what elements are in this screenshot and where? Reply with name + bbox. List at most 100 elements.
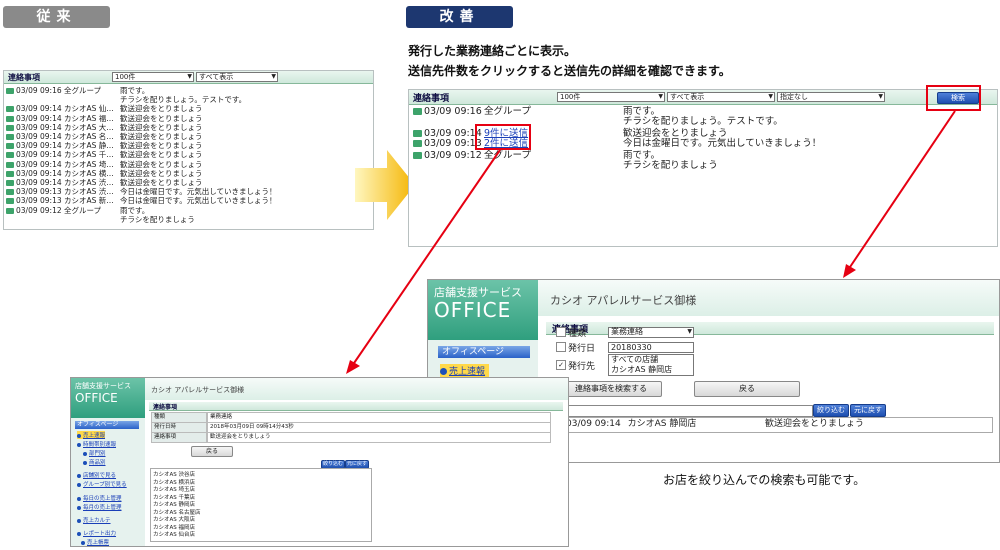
sidebar-item-label: 部門別	[89, 451, 106, 457]
new-list-item[interactable]: 03/09 09:12 全グループ 雨です。 チラシを配りましょう	[413, 150, 718, 171]
item-date: 03/09 09:12	[424, 150, 482, 161]
type-select[interactable]: 業務連絡 ▼	[608, 327, 694, 338]
sidebar-item-label: 毎日の売上管理	[83, 496, 122, 502]
search-notices-button[interactable]: 連絡事項を検索する	[560, 381, 662, 397]
arrow-bullet-icon	[83, 451, 87, 456]
section-tag-new: 改善	[406, 6, 513, 28]
new-count-select[interactable]: 100件 ▼	[557, 92, 665, 102]
type-checkbox[interactable]	[556, 327, 566, 337]
sidebar-item[interactable]: 売上帳票	[81, 538, 109, 546]
dest-list[interactable]: すべての店舗 カシオAS 静岡店	[608, 354, 694, 376]
office-topbar: カシオ アパレルサービス御様	[538, 280, 999, 316]
dest-checkbox[interactable]: ✓	[556, 360, 566, 370]
office-topbar-small: カシオ アパレルサービス御様	[145, 378, 568, 400]
back-button[interactable]: 戻る	[694, 381, 800, 397]
narrow-button[interactable]: 絞り込む	[813, 404, 849, 417]
sidebar-item[interactable]: グループ別で見る	[77, 480, 127, 488]
mail-icon	[6, 170, 14, 177]
back-button-small[interactable]: 戻る	[191, 446, 233, 457]
item-sender: 全グループ	[484, 150, 531, 161]
new-filter-select[interactable]: すべて表示 ▼	[667, 92, 775, 102]
mail-icon	[6, 115, 14, 122]
old-count-select-value: 100件	[115, 73, 136, 81]
mail-icon	[6, 152, 14, 159]
date-checkbox[interactable]	[556, 342, 566, 352]
caption-line2: 送信先件数をクリックすると送信先の詳細を確認できます。	[408, 64, 731, 78]
sidebar-item[interactable]: 売上速報	[77, 431, 106, 439]
new-target-select[interactable]: 指定なし ▼	[777, 92, 885, 102]
company-name-small: カシオ アパレルサービス御様	[151, 386, 245, 394]
arrow-bullet-icon	[77, 482, 81, 487]
date-label: 発行日	[568, 344, 596, 354]
item-message-line2: チラシを配りましょう。テストです。	[623, 116, 783, 127]
company-name: カシオ アパレルサービス御様	[550, 294, 697, 307]
detail-label: 連絡事項	[151, 432, 207, 443]
sidebar-head: オフィスページ	[438, 346, 530, 358]
item-message: 歓送迎会をとりましょう	[120, 113, 203, 123]
old-panel-title: 連絡事項	[8, 73, 40, 82]
mail-icon	[6, 143, 14, 150]
sidebar-item-label: 商品別	[89, 460, 106, 466]
office-brand: 店舗支援サービス OFFICE	[428, 280, 538, 340]
narrow-input[interactable]	[551, 405, 813, 417]
chevron-down-icon: ▼	[768, 93, 773, 100]
arrow-head-left-icon	[346, 360, 360, 374]
item-message: 歓送迎会をとりましょう	[120, 122, 203, 132]
sidebar-head-small: オフィスページ	[75, 421, 139, 429]
sidebar-item-label: 売上カルテ	[83, 518, 111, 524]
old-filter-select-value: すべて表示	[199, 73, 234, 81]
section-title-small: 連絡事項	[153, 404, 178, 411]
new-list-item[interactable]: 03/09 09:16 全グループ 雨です。 チラシを配りましょう。テストです。	[413, 106, 783, 127]
sidebar-item[interactable]: 店舗別で見る	[77, 471, 116, 479]
sidebar-item[interactable]: 売上カルテ	[77, 516, 111, 524]
section-tag-old: 従来	[3, 6, 110, 28]
result-row[interactable]: 03/09 09:14 カシオAS 静岡店 歓送迎会をとりましょう	[555, 419, 864, 430]
sidebar-item-label: 店舗別で見る	[83, 473, 117, 479]
sidebar-item-label: グループ別で見る	[83, 482, 127, 488]
dest-option[interactable]: すべての店舗	[611, 355, 693, 365]
sidebar-item[interactable]: 売上速報	[440, 364, 490, 377]
old-panel-header: 連絡事項 100件 ▼ すべて表示 ▼	[4, 71, 373, 84]
sidebar-item[interactable]: レポート出力	[77, 529, 116, 537]
item-message: 歓送迎会をとりましょう	[120, 178, 203, 187]
result-shop: カシオAS 静岡店	[627, 419, 697, 429]
old-filter-select[interactable]: すべて表示 ▼	[196, 72, 278, 82]
arrow-bullet-icon	[83, 460, 87, 465]
item-message: 雨です。	[120, 86, 150, 95]
sidebar-item[interactable]: 時間帯別速報	[77, 440, 116, 448]
office-brand-small: 店舗支援サービス OFFICE	[71, 378, 145, 418]
old-count-select[interactable]: 100件 ▼	[112, 72, 194, 82]
sidebar-item-label: 時間帯別速報	[83, 442, 117, 448]
chevron-down-icon: ▼	[187, 73, 192, 80]
sidebar-item-label: 売上速報	[449, 367, 486, 377]
sidebar-item[interactable]: 部門別	[83, 449, 106, 457]
item-message: 今日は金曜日です。元気出していきましょう！	[623, 138, 822, 149]
item-message: 歓送迎会をとりましょう	[120, 104, 203, 114]
sidebar-item[interactable]: 毎月の売上管理	[77, 503, 122, 511]
caption-line1: 発行した業務連絡ごとに表示。	[408, 44, 577, 58]
sidebar-item[interactable]: 商品別	[83, 458, 106, 466]
sidebar-item-label: 売上帳票	[87, 540, 110, 546]
arrow-head-right-icon	[843, 264, 856, 278]
sidebar-item-label: レポート出力	[83, 531, 117, 537]
new-panel-title: 連絡事項	[413, 94, 450, 104]
sidebar-item[interactable]: 毎日の売上管理	[77, 494, 122, 502]
shop-list-item[interactable]: カシオAS 仙台店	[153, 530, 195, 538]
item-message: チラシを配りましょう。テストです。	[120, 95, 247, 105]
item-message: 歓送迎会をとりましょう	[120, 168, 203, 178]
detail-value: 歓送迎会をとりましょう	[207, 432, 551, 443]
arrow-bullet-icon	[77, 531, 81, 536]
item-message: 歓送迎会をとりましょう	[120, 150, 203, 160]
mail-icon	[413, 130, 422, 137]
arrow-bullet-icon	[77, 442, 81, 447]
item-message: 歓送迎会をとりましょう	[120, 132, 203, 141]
item-message: 歓送迎会をとりましょう	[120, 159, 203, 169]
old-list-item[interactable]: チラシを配りましょう	[6, 215, 195, 225]
reset-button[interactable]: 元に戻す	[850, 404, 886, 417]
dest-option[interactable]: カシオAS 静岡店	[611, 365, 693, 375]
result-date: 03/09 09:14	[566, 419, 621, 429]
item-sender: 全グループ	[484, 106, 531, 117]
date-input[interactable]: 20180330	[608, 342, 694, 353]
dest-label: 発行先	[568, 362, 596, 372]
mail-icon	[6, 198, 14, 205]
